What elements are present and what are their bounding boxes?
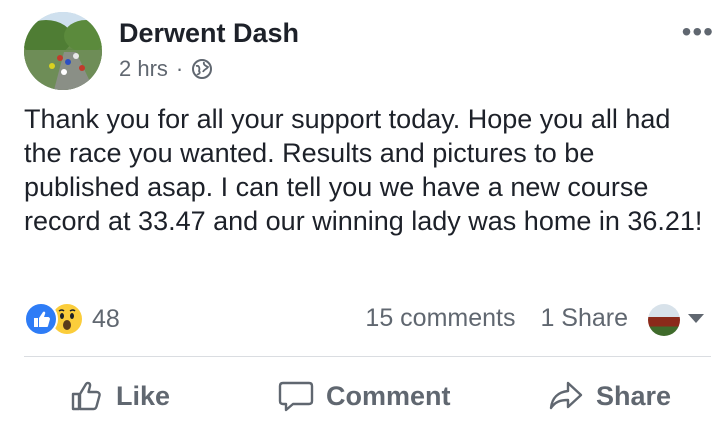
share-arrow-icon: [549, 381, 583, 410]
viewer-avatar[interactable]: [648, 304, 680, 336]
share-button[interactable]: Share: [548, 368, 671, 424]
divider: [24, 356, 711, 357]
thumbs-up-icon: [71, 381, 101, 411]
post-header: Derwent Dash 2 hrs · •••: [24, 12, 714, 92]
reaction-summary[interactable]: 48: [24, 302, 120, 336]
comment-label: Comment: [326, 380, 451, 411]
comment-button[interactable]: Comment: [278, 368, 451, 424]
more-options-icon[interactable]: •••: [682, 18, 714, 46]
like-label: Like: [116, 380, 171, 411]
chevron-down-icon[interactable]: [688, 314, 704, 323]
reaction-count: 48: [92, 304, 120, 333]
comments-count-link[interactable]: 15 comments: [365, 304, 515, 332]
shares-count-link[interactable]: 1 Share: [540, 304, 628, 332]
share-label: Share: [596, 380, 672, 411]
meta-separator: ·: [175, 56, 184, 81]
comment-icon: [278, 381, 314, 412]
page-name[interactable]: Derwent Dash: [119, 18, 299, 49]
post-text: Thank you for all your support today. Ho…: [24, 104, 703, 236]
engagement-counts: 15 comments 1 Share: [365, 304, 628, 333]
reactions-bar: 48 15 comments 1 Share: [24, 302, 714, 338]
like-button[interactable]: Like: [70, 368, 170, 424]
action-bar: Like Comment Share: [24, 368, 714, 424]
avatar-photo: [24, 12, 102, 90]
page-avatar[interactable]: [24, 12, 102, 90]
post-timestamp[interactable]: 2 hrs: [119, 56, 168, 82]
post-meta: 2 hrs ·: [119, 56, 213, 82]
like-reaction-icon: [24, 302, 58, 336]
globe-icon[interactable]: [191, 58, 213, 80]
